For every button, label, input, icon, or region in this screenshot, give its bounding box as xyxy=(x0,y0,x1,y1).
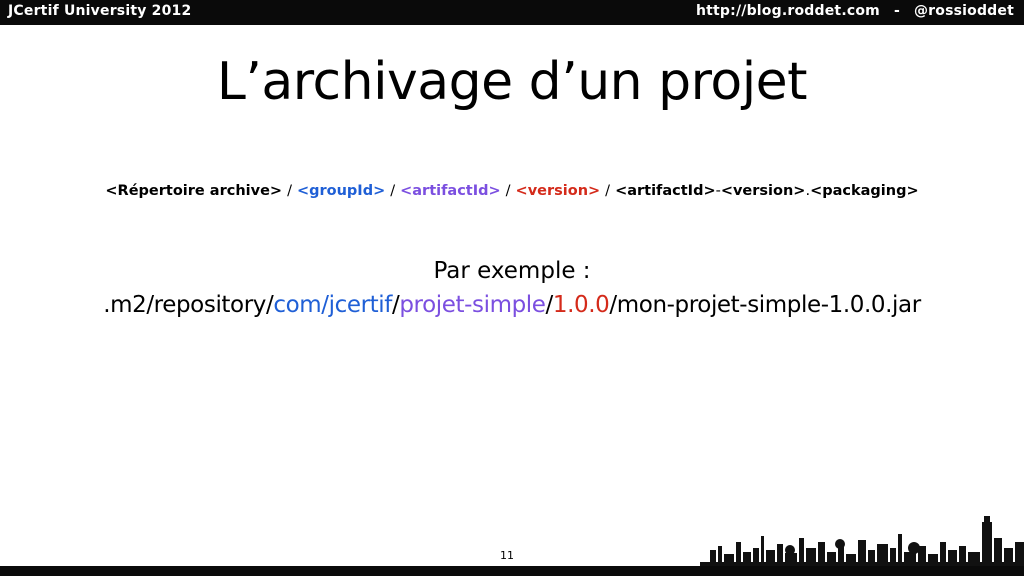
pattern-separator: / xyxy=(287,183,292,199)
pattern-filename-version: <version> xyxy=(720,183,806,199)
pattern-separator: / xyxy=(605,183,611,199)
example-slash: / xyxy=(545,292,554,318)
pattern-filename-artifact: <artifactId> xyxy=(615,183,716,199)
slide-title: L’archivage d’un projet xyxy=(216,52,808,112)
pattern-group-id: <groupId> xyxy=(296,183,386,199)
header-separator: - xyxy=(893,3,900,19)
archive-path-pattern: <Répertoire archive> / <groupId> / <artifact… xyxy=(0,183,1024,199)
pattern-separator: / xyxy=(505,183,511,199)
event-name: JCertif University 2012 xyxy=(8,3,192,19)
pattern-filename-packaging: <packaging> xyxy=(810,183,919,199)
example-label: Par exemple : xyxy=(433,258,591,284)
pattern-version: <version> xyxy=(515,183,601,199)
pattern-artifact-id: <artifactId> xyxy=(400,183,501,199)
example-prefix: .m2/repository/ xyxy=(103,292,274,318)
header-right: http://blog.roddet.com - @rossioddet xyxy=(696,3,1014,19)
header-bar: JCertif University 2012 http://blog.rodd… xyxy=(0,0,1024,25)
twitter-handle: @rossioddet xyxy=(913,3,1014,19)
pattern-separator: / xyxy=(390,183,396,199)
example-path: .m2/repository/com/jcertif /projet-simple… xyxy=(0,292,1024,318)
city-skyline-silhouette xyxy=(700,516,1024,568)
example-artifact: projet-simple xyxy=(399,292,546,318)
blog-url: http://blog.roddet.com xyxy=(695,3,880,19)
footer-bar xyxy=(0,566,1024,576)
example-version: 1.0.0 xyxy=(552,292,610,318)
example-file: /mon-projet-simple-1.0.0.jar xyxy=(609,292,921,318)
example-group: com/jcertif xyxy=(273,292,392,318)
pattern-archive-dir: <Répertoire archive> xyxy=(105,183,283,199)
page-number: 11 xyxy=(500,549,514,562)
